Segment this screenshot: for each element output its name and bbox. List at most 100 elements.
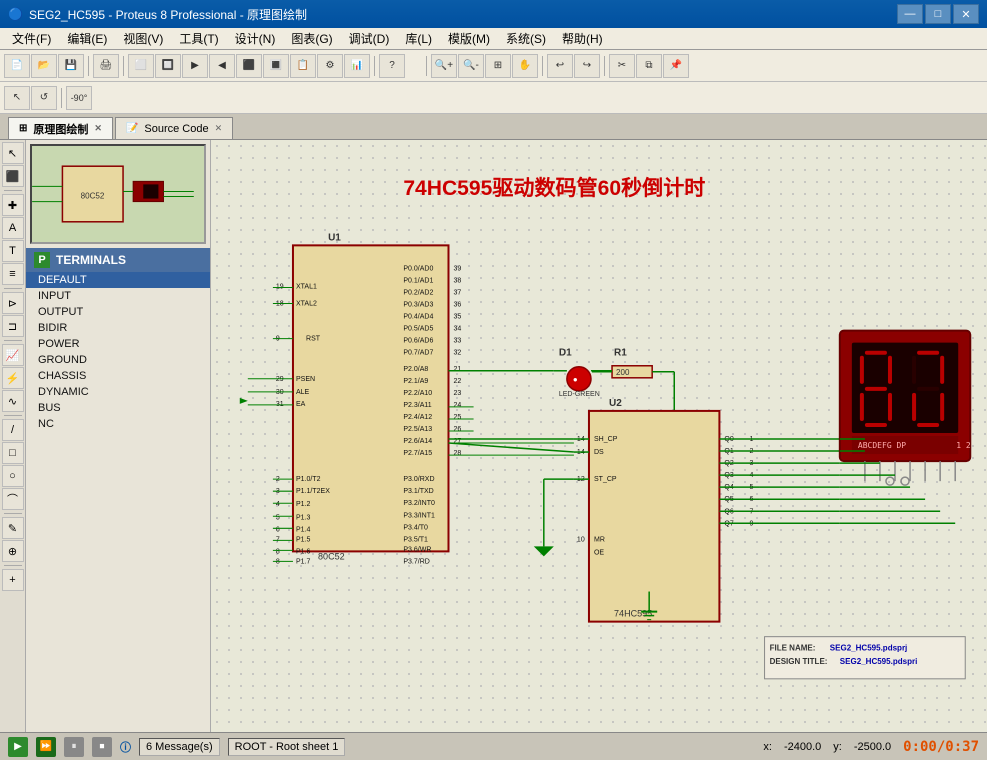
terminal-bidir[interactable]: BIDIR xyxy=(26,320,210,336)
component-tool[interactable]: ⬛ xyxy=(2,165,24,187)
panel-header: P TERMINALS xyxy=(26,248,210,272)
tb4[interactable]: ◀ xyxy=(209,54,235,78)
info-icon: ⓘ xyxy=(120,739,131,755)
graph-tool[interactable]: 📈 xyxy=(2,344,24,366)
svg-text:EA: EA xyxy=(296,401,306,408)
svg-text:80C52: 80C52 xyxy=(318,551,345,561)
open-button[interactable]: 📂 xyxy=(31,54,57,78)
line-tool[interactable]: / xyxy=(2,419,24,441)
port-tool[interactable]: ⊐ xyxy=(2,315,24,337)
maximize-button[interactable]: □ xyxy=(925,4,951,24)
junction-tool[interactable]: ✚ xyxy=(2,194,24,216)
svg-text:FILE NAME:: FILE NAME: xyxy=(770,644,816,653)
text-tool[interactable]: T xyxy=(2,240,24,262)
select-arrow[interactable]: ↖ xyxy=(2,142,24,164)
tb8[interactable]: ⚙ xyxy=(317,54,343,78)
zoom-fit[interactable]: ⊞ xyxy=(485,54,511,78)
play-fast-button[interactable]: ⏩ xyxy=(36,737,56,757)
menu-item-文件f[interactable]: 文件(F) xyxy=(4,28,59,49)
svg-text:P0.3/AD3: P0.3/AD3 xyxy=(403,302,433,309)
svg-text:P2.1/A9: P2.1/A9 xyxy=(403,378,428,385)
undo-button[interactable]: ↩ xyxy=(547,54,573,78)
menu-item-帮助h[interactable]: 帮助(H) xyxy=(554,28,611,49)
terminal-input[interactable]: INPUT xyxy=(26,288,210,304)
svg-text:P2.6/A14: P2.6/A14 xyxy=(403,438,432,445)
tb6[interactable]: 🔳 xyxy=(263,54,289,78)
play-button[interactable]: ▶ xyxy=(8,737,28,757)
terminal-bus[interactable]: BUS xyxy=(26,400,210,416)
svg-text:P0.2/AD2: P0.2/AD2 xyxy=(403,290,433,297)
add-pin[interactable]: + xyxy=(2,569,24,591)
zoom-out[interactable]: 🔍- xyxy=(458,54,484,78)
svg-text:33: 33 xyxy=(454,338,462,345)
new-button[interactable]: 📄 xyxy=(4,54,30,78)
tb2[interactable]: 🔲 xyxy=(155,54,181,78)
tb9[interactable]: 📊 xyxy=(344,54,370,78)
zoom-tool-left[interactable]: ⊕ xyxy=(2,540,24,562)
minimize-button[interactable]: — xyxy=(897,4,923,24)
tab-schematic-close[interactable]: ✕ xyxy=(94,123,102,134)
terminal-default[interactable]: DEFAULT xyxy=(26,272,210,288)
arc-tool[interactable]: ⌒ xyxy=(2,488,24,510)
tab-source-code[interactable]: 📝 Source Code ✕ xyxy=(115,117,233,139)
svg-text:39: 39 xyxy=(454,265,462,272)
script-tool[interactable]: ✎ xyxy=(2,517,24,539)
svg-text:ST_CP: ST_CP xyxy=(594,476,617,483)
svg-text:80C52: 80C52 xyxy=(81,192,105,201)
menu-item-视图v[interactable]: 视图(V) xyxy=(115,28,171,49)
menu-item-设计n[interactable]: 设计(N) xyxy=(227,28,284,49)
canvas-area[interactable]: 74HC595驱动数码管60秒倒计时 U1 XTAL1 XTAL2 RST 19… xyxy=(211,140,987,732)
rotate-ccw[interactable]: ↺ xyxy=(31,86,57,110)
menu-item-编辑e[interactable]: 编辑(E) xyxy=(59,28,115,49)
probe-tool[interactable]: ⚡ xyxy=(2,367,24,389)
circle-tool[interactable]: ○ xyxy=(2,465,24,487)
rect-tool[interactable]: □ xyxy=(2,442,24,464)
tb5[interactable]: ⬛ xyxy=(236,54,262,78)
terminal-ground[interactable]: GROUND xyxy=(26,352,210,368)
paste-button[interactable]: 📌 xyxy=(663,54,689,78)
wire-label[interactable]: A xyxy=(2,217,24,239)
menu-item-系统s[interactable]: 系统(S) xyxy=(498,28,554,49)
simulation-timer: 0:00/0:37 xyxy=(903,739,979,755)
bus-tool[interactable]: ≡ xyxy=(2,263,24,285)
help-button[interactable]: ? xyxy=(379,54,405,78)
svg-text:P0.5/AD5: P0.5/AD5 xyxy=(403,326,433,333)
tb1[interactable]: ⬜ xyxy=(128,54,154,78)
svg-text:36: 36 xyxy=(454,302,462,309)
terminal-chassis[interactable]: CHASSIS xyxy=(26,368,210,384)
menu-item-工具t[interactable]: 工具(T) xyxy=(171,28,226,49)
svg-text:4: 4 xyxy=(276,501,280,508)
menu-item-模版m[interactable]: 模版(M) xyxy=(440,28,498,49)
svg-text:P1.0/T2: P1.0/T2 xyxy=(296,476,321,483)
toolbar-main: 📄 📂 💾 🖨 ⬜ 🔲 ▶ ◀ ⬛ 🔳 📋 ⚙ 📊 ? 🔍+ 🔍- ⊞ ✋ ↩ … xyxy=(0,50,987,82)
menu-item-库l[interactable]: 库(L) xyxy=(397,28,440,49)
gen-tool[interactable]: ∿ xyxy=(2,390,24,412)
pan[interactable]: ✋ xyxy=(512,54,538,78)
redo-button[interactable]: ↪ xyxy=(574,54,600,78)
terminal-dynamic[interactable]: DYNAMIC xyxy=(26,384,210,400)
pause-button[interactable]: ⏸ xyxy=(64,737,84,757)
svg-text:8: 8 xyxy=(276,548,280,555)
zoom-in[interactable]: 🔍+ xyxy=(431,54,457,78)
tb3[interactable]: ▶ xyxy=(182,54,208,78)
save-button[interactable]: 💾 xyxy=(58,54,84,78)
terminal-power[interactable]: POWER xyxy=(26,336,210,352)
print-button[interactable]: 🖨 xyxy=(93,54,119,78)
terminal-tool[interactable]: ⊳ xyxy=(2,292,24,314)
svg-text:P1.3: P1.3 xyxy=(296,514,311,521)
cut-button[interactable]: ✂ xyxy=(609,54,635,78)
tab-schematic[interactable]: ⊞ 原理图绘制 ✕ xyxy=(8,117,113,139)
copy-button[interactable]: ⧉ xyxy=(636,54,662,78)
tab-code-close[interactable]: ✕ xyxy=(215,123,223,134)
terminal-output[interactable]: OUTPUT xyxy=(26,304,210,320)
seven-seg-display: ABCDEFG DP 1 2 xyxy=(840,331,971,482)
menu-item-图表g[interactable]: 图表(G) xyxy=(283,28,340,49)
close-button[interactable]: ✕ xyxy=(953,4,979,24)
terminal-nc[interactable]: NC xyxy=(26,416,210,432)
select-tool[interactable]: ↖ xyxy=(4,86,30,110)
menu-item-调试d[interactable]: 调试(D) xyxy=(341,28,398,49)
svg-text:34: 34 xyxy=(454,326,462,333)
tb7[interactable]: 📋 xyxy=(290,54,316,78)
stop-button[interactable]: ⏹ xyxy=(92,737,112,757)
svg-text:P3.2/INT0: P3.2/INT0 xyxy=(403,500,435,507)
